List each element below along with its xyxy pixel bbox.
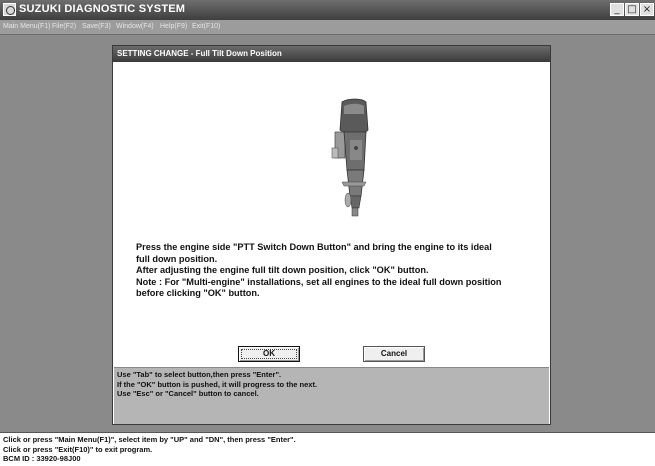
menu-save[interactable]: Save(F3) [82,23,111,30]
status-line: Click or press "Exit(F10)" to exit progr… [3,444,153,454]
window-titlebar: SUZUKI DIAGNOSTIC SYSTEM _ □ × [0,0,655,20]
outboard-engine-image [331,98,369,217]
help-panel: Use "Tab" to select button,then press "E… [114,367,549,424]
menu-main-menu[interactable]: Main Menu(F1) [3,23,50,30]
help-line: If the "OK" button is pushed, it will pr… [117,379,318,389]
menu-file[interactable]: File(F2) [52,23,76,30]
app-icon[interactable] [3,3,16,16]
bcm-id: BCM ID : 33920-98J00 [3,454,81,463]
help-line: Use "Tab" to select button,then press "E… [117,370,282,379]
message-line: Note : For "Multi-engine" installations,… [136,276,502,287]
message-line: After adjusting the engine full tilt dow… [136,265,429,275]
instruction-message: Press the engine side "PTT Switch Down B… [136,242,536,300]
close-button[interactable]: × [640,3,654,16]
help-line: Use "Esc" or "Cancel" button to cancel. [117,389,259,398]
menu-exit[interactable]: Exit(F10) [192,23,220,30]
cancel-button[interactable]: Cancel [363,346,425,362]
status-bar: Click or press "Main Menu(F1)", select i… [0,432,655,466]
message-line: before clicking "OK" button. [136,288,260,298]
maximize-button[interactable]: □ [625,3,639,16]
minimize-button[interactable]: _ [610,3,624,16]
ok-button[interactable]: OK [238,346,300,362]
dialog-title: SETTING CHANGE - Full Tilt Down Position [113,46,550,62]
message-line: full down position. [136,253,218,264]
setting-change-dialog: SETTING CHANGE - Full Tilt Down Position… [112,45,551,425]
menu-help[interactable]: Help(F9) [160,23,187,30]
status-line: Click or press "Main Menu(F1)", select i… [3,435,296,444]
window-title: SUZUKI DIAGNOSTIC SYSTEM [19,3,186,15]
menu-window[interactable]: Window(F4) [116,23,154,30]
message-line: Press the engine side "PTT Switch Down B… [136,242,492,252]
menubar: Main Menu(F1) File(F2) Save(F3) Window(F… [0,20,655,35]
